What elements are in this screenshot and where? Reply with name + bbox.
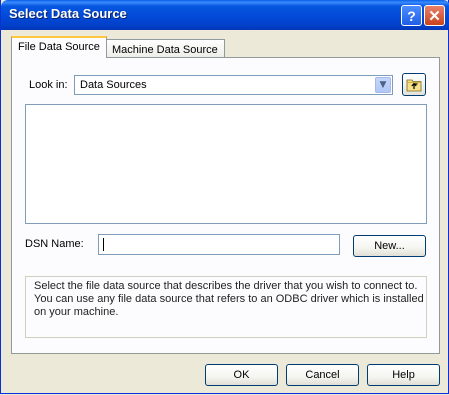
description-text: Select the file data source that describ… [34,280,426,319]
up-one-level-button[interactable] [402,73,426,96]
look-in-label: Look in: [29,79,68,91]
dsn-name-label: DSN Name: [25,238,84,250]
close-icon[interactable]: ✕ [424,5,445,26]
chevron-down-icon[interactable]: ▼ [375,77,391,93]
dialog-window: Select Data Source ? ✕ File Data Source … [0,0,449,394]
text-caret [103,238,104,251]
tab-file-data-source[interactable]: File Data Source [11,36,107,58]
description-line: You can use any file data source that re… [34,293,424,305]
help-icon[interactable]: ? [401,5,422,26]
file-data-source-list[interactable] [25,104,427,224]
description-line: on your machine. [34,306,119,318]
look-in-value: Data Sources [80,79,147,91]
ok-button[interactable]: OK [205,364,278,386]
look-in-dropdown[interactable]: Data Sources ▼ [74,75,393,95]
description-box: Select the file data source that describ… [25,276,427,338]
folder-up-icon [406,79,422,92]
title-bar[interactable]: Select Data Source ? ✕ [1,0,449,30]
new-button[interactable]: New... [353,235,426,257]
dsn-name-input[interactable] [98,234,340,255]
help-button[interactable]: Help [367,364,440,386]
window-title: Select Data Source [9,6,127,21]
cancel-button[interactable]: Cancel [286,364,359,386]
description-line: Select the file data source that describ… [34,280,418,292]
tab-machine-data-source[interactable]: Machine Data Source [105,39,225,59]
